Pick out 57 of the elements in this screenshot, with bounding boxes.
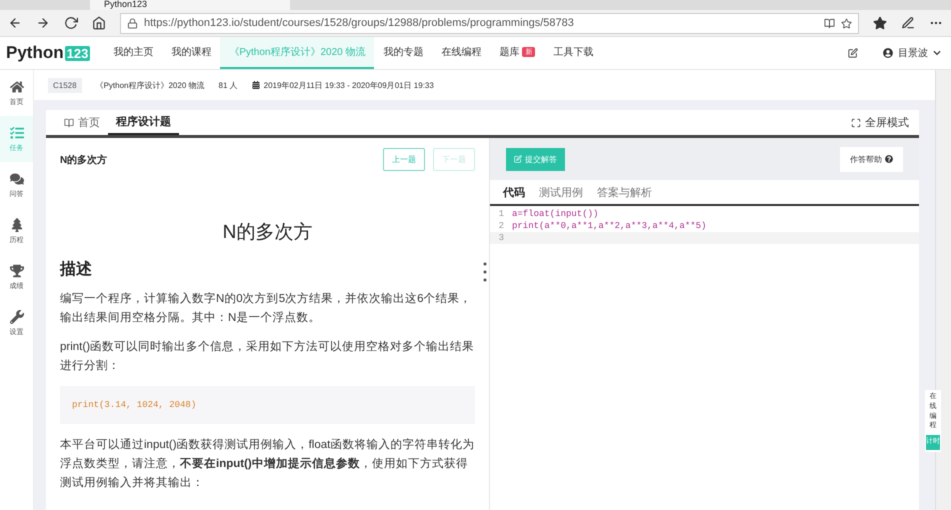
course-period: 2019年02月11日 19:33 - 2020年09月01日 19:33: [264, 80, 434, 90]
description-paragraph: 本平台可以通过input()函数获得测试用例输入，float函数将输入的字符串转化为浮点数类型，请注意，不要在input()中增加提示信息参数，使用如下方式获得测试用例输入并将其输出：: [60, 437, 475, 491]
editor-tab[interactable]: 代码: [496, 180, 532, 204]
trophy-icon: [10, 264, 24, 278]
nav-item[interactable]: 在线编程: [432, 37, 490, 69]
favorite-icon[interactable]: [841, 18, 852, 28]
refresh-icon[interactable]: [64, 16, 78, 30]
user-name[interactable]: 目景波: [898, 46, 928, 60]
nav-item[interactable]: 我的课程: [162, 37, 220, 69]
help-icon: [885, 155, 893, 163]
tab[interactable]: 首页: [56, 110, 108, 135]
line-number: 1: [498, 209, 505, 219]
wrench-icon: [10, 310, 24, 324]
problem-title: N的多次方: [222, 221, 314, 245]
home-icon[interactable]: [92, 16, 106, 30]
course-name: 《Python程序设计》2020 物流: [96, 80, 205, 90]
nav-item[interactable]: 我的主页: [104, 37, 162, 69]
calendar-icon: [252, 81, 260, 89]
browser-tab[interactable]: Python123: [90, 0, 290, 10]
nav-item[interactable]: 我的专题: [374, 37, 432, 69]
code-line: a=float(input()): [512, 209, 598, 219]
fullscreen-icon: [851, 118, 861, 128]
code-line: print(a**0,a**1,a**2,a**3,a**4,a**5): [512, 221, 706, 231]
favorites-icon[interactable]: [873, 16, 887, 30]
lock-icon: [127, 18, 138, 28]
forward-icon[interactable]: [36, 16, 50, 30]
line-number: 2: [498, 221, 505, 231]
url-text: https://python123.io/student/courses/1528/groups/12988/problems/programmings/58783: [144, 17, 574, 29]
caret-icon[interactable]: [933, 49, 941, 57]
fullscreen-button[interactable]: 全屏模式: [851, 110, 919, 135]
line-number: 3: [498, 233, 505, 243]
tab[interactable]: 程序设计题: [108, 110, 179, 135]
back-icon[interactable]: [8, 16, 22, 30]
editor-tab[interactable]: 答案与解析: [590, 180, 659, 204]
drag-handle-icon[interactable]: [483, 262, 487, 282]
user-icon: [883, 48, 893, 58]
code-sample: print(3.14, 1024, 2048): [60, 386, 475, 424]
help-button[interactable]: 作答帮助: [840, 146, 903, 172]
pen-icon[interactable]: [901, 16, 915, 30]
student-count: 81 人: [218, 80, 238, 90]
reading-view-icon[interactable]: [824, 18, 835, 28]
address-bar[interactable]: https://python123.io/student/courses/1528/groups/12988/problems/programmings/58783: [120, 12, 859, 34]
problem-name: N的多次方: [60, 153, 108, 166]
list-icon: [10, 126, 24, 140]
python123-logo[interactable]: Python 123: [6, 37, 90, 69]
section-heading: 描述: [60, 260, 93, 280]
tree-icon: [10, 218, 24, 232]
description-paragraph: print()函数可以同时输出多个信息，采用如下方法可以使用空格对多个输出结果进行分割：: [60, 339, 475, 374]
home-icon: [10, 80, 24, 94]
book-icon: [64, 118, 74, 128]
description-paragraph: 编写一个程序，计算输入数字N的0次方到5次方结果，并依次输出这6个结果，输出结果间用空格分隔。其中：N是一个浮点数。: [60, 291, 472, 326]
course-code: C1528: [48, 78, 82, 92]
nav-item[interactable]: 工具下载: [544, 37, 602, 69]
code-editor[interactable]: 1 a=float(input()) 2 print(a**0,a**1,a**2,a**3,a**4,a**5) 3: [490, 206, 919, 510]
edit-icon: [514, 155, 522, 163]
chat-icon: [10, 172, 24, 186]
editor-tab[interactable]: 测试用例: [532, 180, 590, 204]
